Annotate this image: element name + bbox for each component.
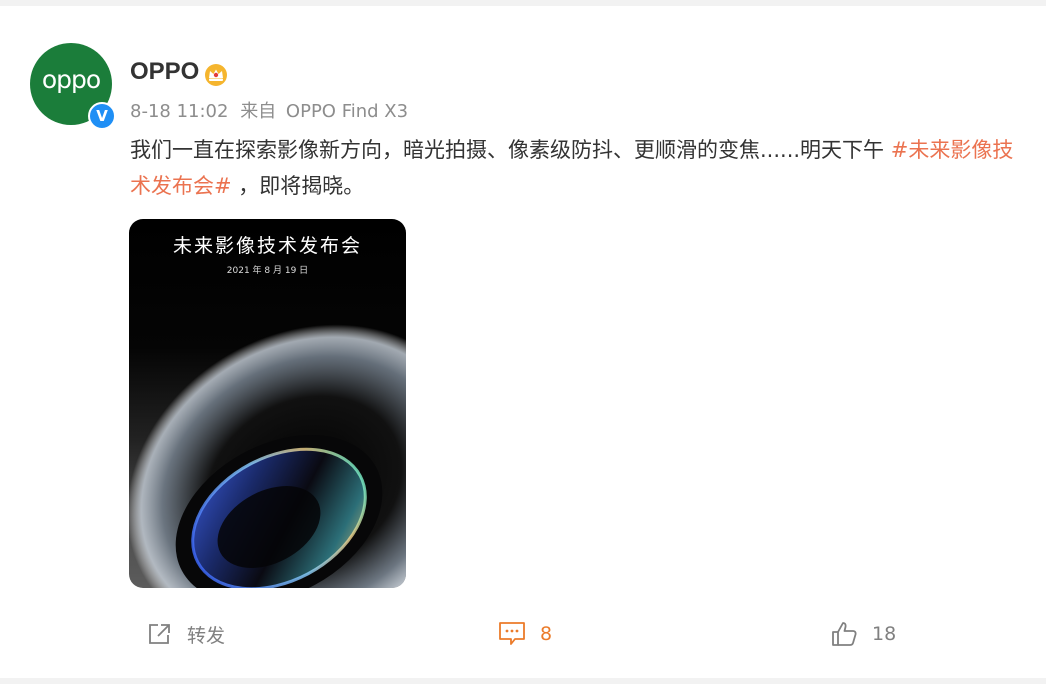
comment-icon [499,622,525,645]
weibo-post: oppo V OPPO 8-18 11:02 来自 OPPO Find X3 我… [0,6,1046,678]
thumbs-up-icon [832,622,857,646]
comment-count: 8 [540,623,553,645]
comment-button[interactable]: 8 [498,616,552,652]
avatar-logo-text: oppo [41,65,101,94]
poster-date: 2021 年 8 月 19 日 [226,266,309,276]
verified-badge-icon: V [88,102,116,130]
poster-title: 未来影像技术发布会 [172,235,362,257]
bottom-divider [0,678,1046,684]
repost-button[interactable]: 转发 [147,616,225,652]
repost-label: 转发 [187,624,226,647]
post-image[interactable]: 未来影像技术发布会 2021 年 8 月 19 日 [129,219,406,588]
source-prefix: 来自 [240,101,277,122]
like-count: 18 [872,623,897,645]
post-source[interactable]: OPPO Find X3 [286,101,408,122]
share-icon [149,624,170,644]
like-button[interactable]: 18 [830,616,896,652]
post-text-before: 我们一直在探索影像新方向，暗光拍摄、像素级防抖、更顺滑的变焦......明天下午 [130,138,891,162]
post-timestamp[interactable]: 8-18 11:02 [130,101,228,122]
post-text-after: ，即将揭晓。 [231,174,365,198]
username[interactable]: OPPO [130,58,199,86]
action-bar: 转发 8 18 [0,606,1046,662]
crown-icon[interactable] [203,63,229,87]
post-meta: 8-18 11:02 来自 OPPO Find X3 [130,97,408,123]
post-text: 我们一直在探索影像新方向，暗光拍摄、像素级防抖、更顺滑的变焦......明天下午… [130,132,1020,204]
